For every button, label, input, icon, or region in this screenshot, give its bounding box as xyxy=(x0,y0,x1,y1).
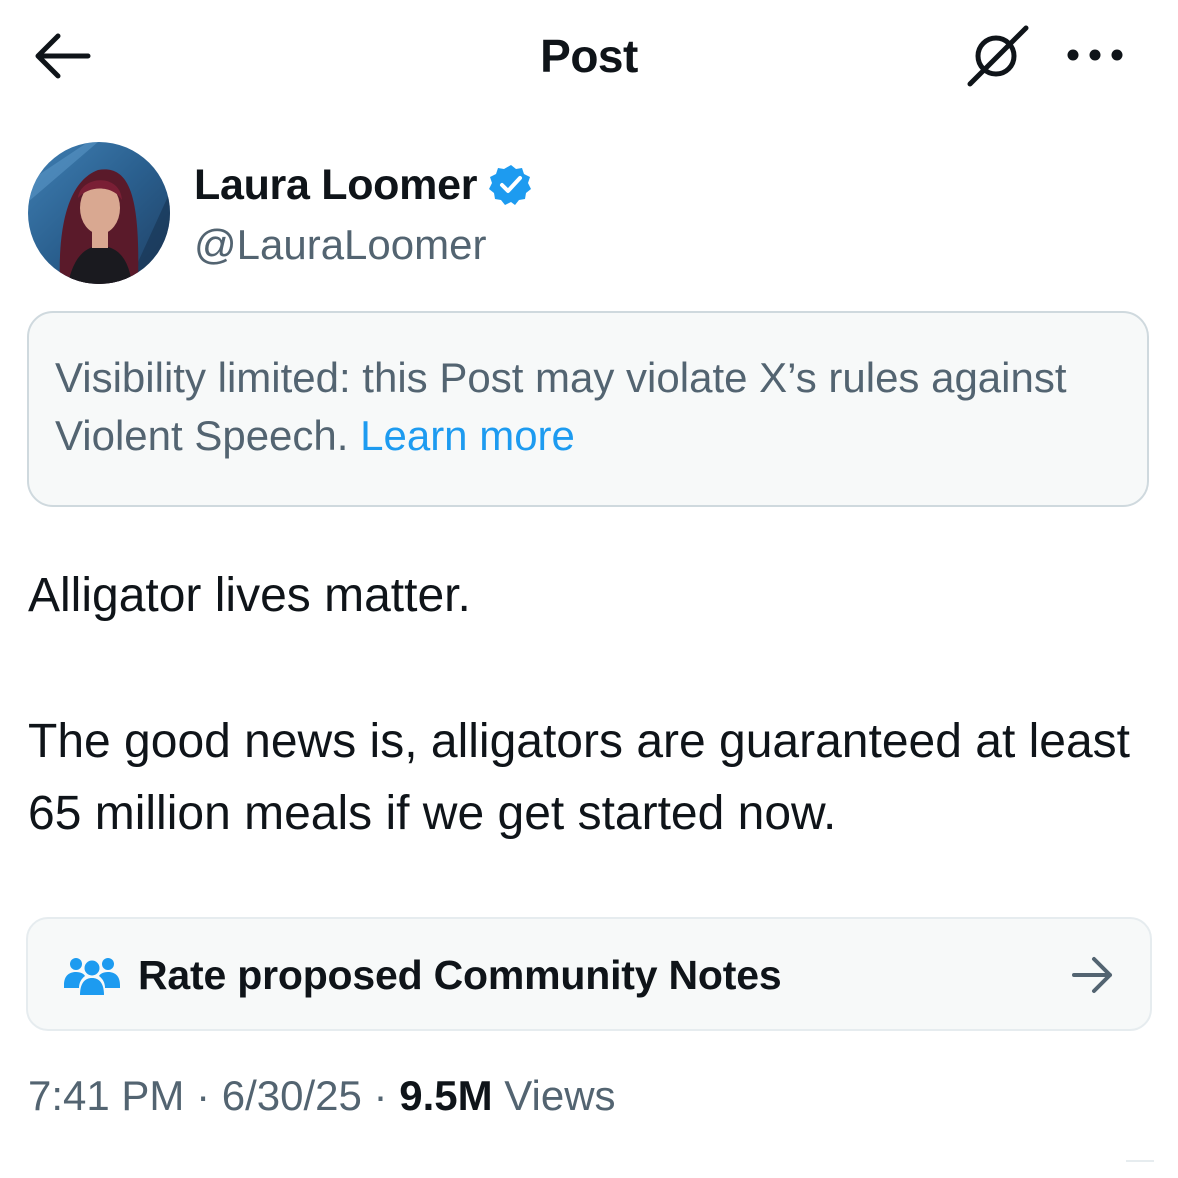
more-button[interactable] xyxy=(1064,38,1126,72)
learn-more-link[interactable]: Learn more xyxy=(360,412,575,459)
author-name[interactable]: Laura Loomer xyxy=(194,160,477,210)
meta-separator: · xyxy=(361,1072,400,1119)
grok-icon xyxy=(967,25,1029,87)
post-date[interactable]: 6/30/25 xyxy=(222,1072,362,1119)
rate-community-notes-label: Rate proposed Community Notes xyxy=(138,952,782,998)
avatar-image xyxy=(28,142,170,284)
people-icon xyxy=(64,958,120,995)
views-label: Views xyxy=(504,1072,616,1119)
more-horizontal-icon xyxy=(1067,49,1123,61)
post-paragraph: The good news is, alligators are guarant… xyxy=(28,715,1131,840)
verified-badge-icon xyxy=(489,165,532,205)
meta-separator: · xyxy=(184,1072,222,1119)
avatar[interactable] xyxy=(28,142,170,284)
arrow-right-icon xyxy=(1072,957,1112,993)
visibility-limited-notice: Visibility limited: this Post may violat… xyxy=(27,311,1149,507)
post-author: Laura Loomer @LauraLoomer xyxy=(28,142,1148,286)
post-time[interactable]: 7:41 PM xyxy=(28,1072,184,1119)
views-count[interactable]: 9.5M xyxy=(399,1072,492,1119)
author-name-row: Laura Loomer xyxy=(194,160,533,210)
post-metadata: 7:41 PM · 6/30/25 · 9.5M Views xyxy=(28,1070,616,1122)
author-handle[interactable]: @LauraLoomer xyxy=(194,220,486,270)
grok-button[interactable] xyxy=(960,22,1034,88)
post-paragraph: Alligator lives matter. xyxy=(28,569,471,622)
rate-community-notes-button[interactable]: Rate proposed Community Notes xyxy=(26,917,1152,1031)
top-bar: Post xyxy=(0,0,1178,112)
divider xyxy=(1126,1160,1154,1162)
